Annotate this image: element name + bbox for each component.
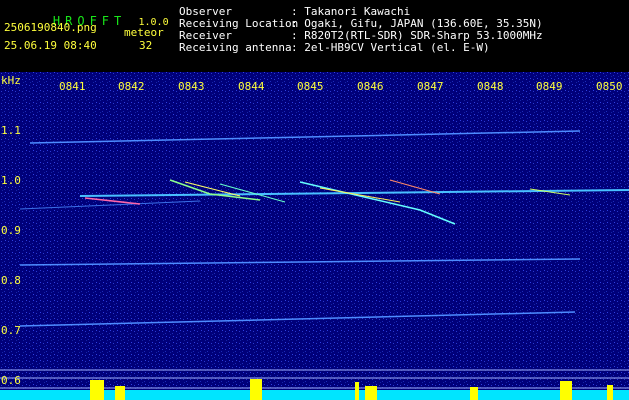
time-tick: 0850 [596,80,623,93]
time-tick: 0848 [477,80,504,93]
time-tick: 0849 [536,80,563,93]
time-tick: 0847 [417,80,444,93]
freq-tick: 1.1 [1,124,21,137]
time-tick: 0843 [178,80,205,93]
spectrogram [0,72,629,400]
time-tick: 0842 [118,80,145,93]
freq-tick: 0.6 [1,374,21,387]
freq-tick: 0.7 [1,324,21,337]
meteor-label: meteor [124,26,164,39]
file-datetime: 25.06.19 08:40 [4,39,97,52]
freq-axis-unit: kHz [1,74,21,87]
time-tick: 0844 [238,80,265,93]
info-key-antenna: Receiving antenna [179,41,292,54]
freq-tick: 1.0 [1,174,21,187]
time-tick: 0846 [357,80,384,93]
file-name: 2506190840.png [4,21,97,34]
header-panel: HROFFT 1.0.0 2506190840.png 25.06.19 08:… [0,0,629,72]
info-value-antenna: : 2el-HB9CV Vertical (el. E-W) [291,41,490,54]
freq-tick: 0.8 [1,274,21,287]
freq-tick: 0.9 [1,224,21,237]
time-tick: 0841 [59,80,86,93]
noise-background [0,72,629,400]
meteor-count: 32 [139,39,153,52]
time-tick: 0845 [297,80,324,93]
